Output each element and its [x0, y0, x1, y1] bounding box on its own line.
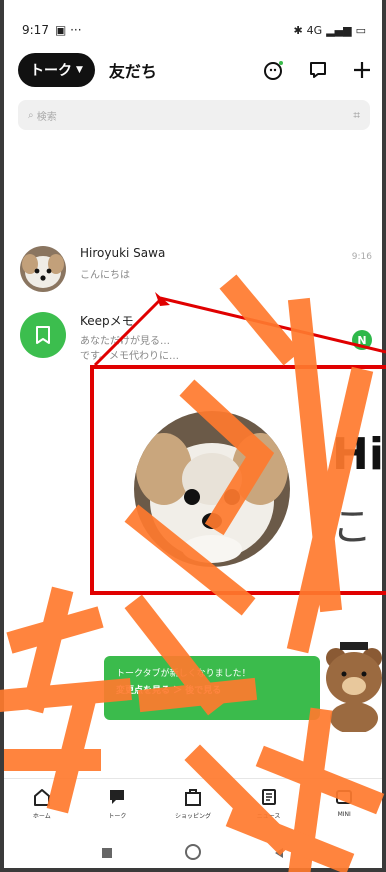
system-nav — [0, 840, 386, 868]
bluetooth-icon: ✱ — [293, 23, 303, 37]
chat-preview-line2: です。メモ代わりに… — [80, 351, 179, 362]
nav-mini[interactable]: MINI — [309, 779, 379, 834]
chat-preview: あなただけが見る… — [80, 336, 170, 347]
new-chat-icon[interactable] — [306, 58, 330, 82]
network-label: 4G — [306, 23, 323, 37]
zoomed-message: こ — [332, 504, 372, 550]
nav-home[interactable]: ホーム — [7, 779, 77, 834]
friends-tab[interactable]: 友だち — [109, 58, 157, 82]
openchat-icon[interactable] — [262, 58, 286, 82]
shopping-icon — [184, 789, 201, 806]
bottom-nav: ホーム トーク ショッピング ニュース MINI — [4, 778, 382, 834]
banner-actions[interactable]: 変更点を見る ＞ 後で見る — [116, 683, 308, 700]
news-icon — [261, 789, 276, 805]
brown-bear-sticker — [326, 642, 382, 732]
status-bar: 9:17 ▣ ··· ✱ 4G ▂▄▆ ▭ — [0, 0, 386, 42]
nav-label-mini: MINI — [337, 811, 351, 818]
status-time: 9:17 — [22, 23, 49, 37]
zoomed-avatar — [134, 411, 290, 567]
nav-label-news: ニュース — [256, 813, 281, 820]
scan-icon[interactable]: ⌗ — [353, 108, 360, 123]
new-badge: N — [352, 330, 372, 350]
add-icon[interactable] — [350, 58, 374, 82]
nav-label-shopping: ショッピング — [174, 813, 211, 820]
nav-label-talk: トーク — [108, 813, 127, 820]
zoomed-name: Hi — [332, 429, 384, 480]
nav-shopping[interactable]: ショッピング — [158, 779, 228, 834]
chat-name: Keepメモ — [80, 314, 134, 328]
notification-icon: ▣ ··· — [54, 23, 82, 37]
talk-tab-label: トーク — [30, 63, 72, 79]
battery-icon: ▭ — [355, 23, 366, 37]
nav-talk[interactable]: トーク — [82, 779, 152, 834]
chat-item-hiroyuki[interactable]: Hiroyuki Sawa こんにちは 9:16 — [20, 246, 372, 292]
search-bar[interactable]: ⌕ 検索 ⌗ — [18, 100, 370, 130]
chat-item-keep-memo[interactable]: Keepメモ あなただけが見る… です。メモ代わりに… N — [20, 312, 372, 362]
search-input[interactable]: 検索 — [37, 108, 57, 123]
back-icon[interactable] — [272, 845, 286, 864]
home-icon — [33, 789, 50, 806]
annotation-zoom-box: Hi こ — [90, 365, 386, 595]
banner-title: トークタブが新しくなりました！ — [116, 669, 251, 679]
talk-tab[interactable]: トーク ▼ — [18, 53, 95, 87]
nav-label-home: ホーム — [32, 813, 51, 820]
keep-avatar — [20, 312, 66, 358]
chat-icon — [110, 790, 125, 804]
mini-icon — [336, 790, 353, 804]
recents-icon[interactable] — [100, 845, 114, 864]
avatar — [20, 246, 66, 292]
chat-preview: こんにちは — [80, 270, 130, 281]
chat-name: Hiroyuki Sawa — [80, 246, 166, 260]
chevron-down-icon: ▼ — [76, 65, 83, 75]
status-icons: ✱ 4G ▂▄▆ ▭ — [293, 18, 366, 42]
nav-news[interactable]: ニュース — [234, 779, 304, 834]
signal-icon: ▂▄▆ — [326, 23, 352, 37]
top-header: トーク ▼ 友だち — [18, 52, 374, 88]
chat-time: 9:16 — [351, 252, 372, 262]
home-button-icon[interactable] — [184, 843, 202, 865]
talk-tab-update-banner[interactable]: トークタブが新しくなりました！ 変更点を見る ＞ 後で見る — [104, 656, 320, 720]
search-icon: ⌕ — [28, 109, 37, 121]
